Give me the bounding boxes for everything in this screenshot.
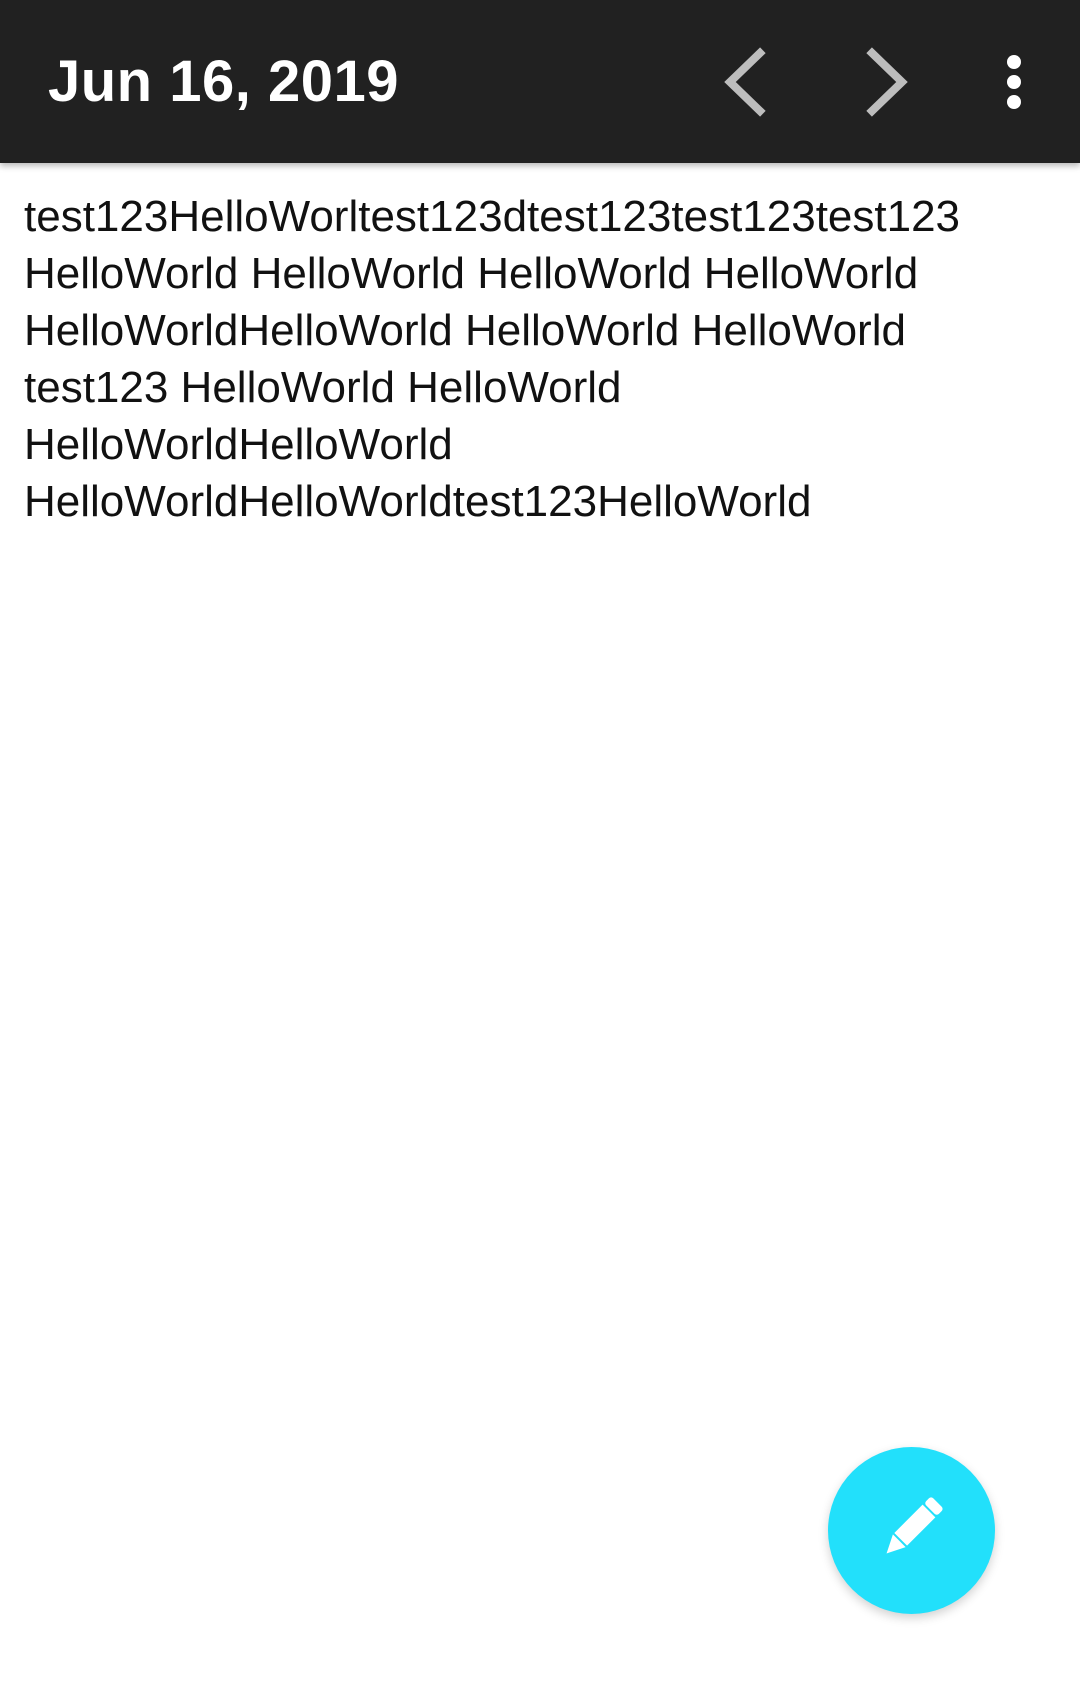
- top-app-bar: Jun 16, 2019: [0, 0, 1080, 163]
- note-body-text[interactable]: test123HelloWorltest123dtest123test123te…: [24, 188, 1074, 530]
- next-day-button[interactable]: [838, 32, 938, 132]
- diary-screen: Jun 16, 2019 test123HelloWorltest123dtes…: [0, 0, 1080, 1699]
- edit-note-button[interactable]: [828, 1447, 995, 1614]
- previous-day-button[interactable]: [694, 32, 794, 132]
- pencil-icon: [872, 1488, 952, 1573]
- chevron-right-icon: [866, 47, 910, 117]
- chevron-left-icon: [722, 47, 766, 117]
- date-title: Jun 16, 2019: [48, 49, 399, 114]
- overflow-menu-button[interactable]: [964, 32, 1064, 132]
- more-vertical-icon: [1004, 54, 1024, 110]
